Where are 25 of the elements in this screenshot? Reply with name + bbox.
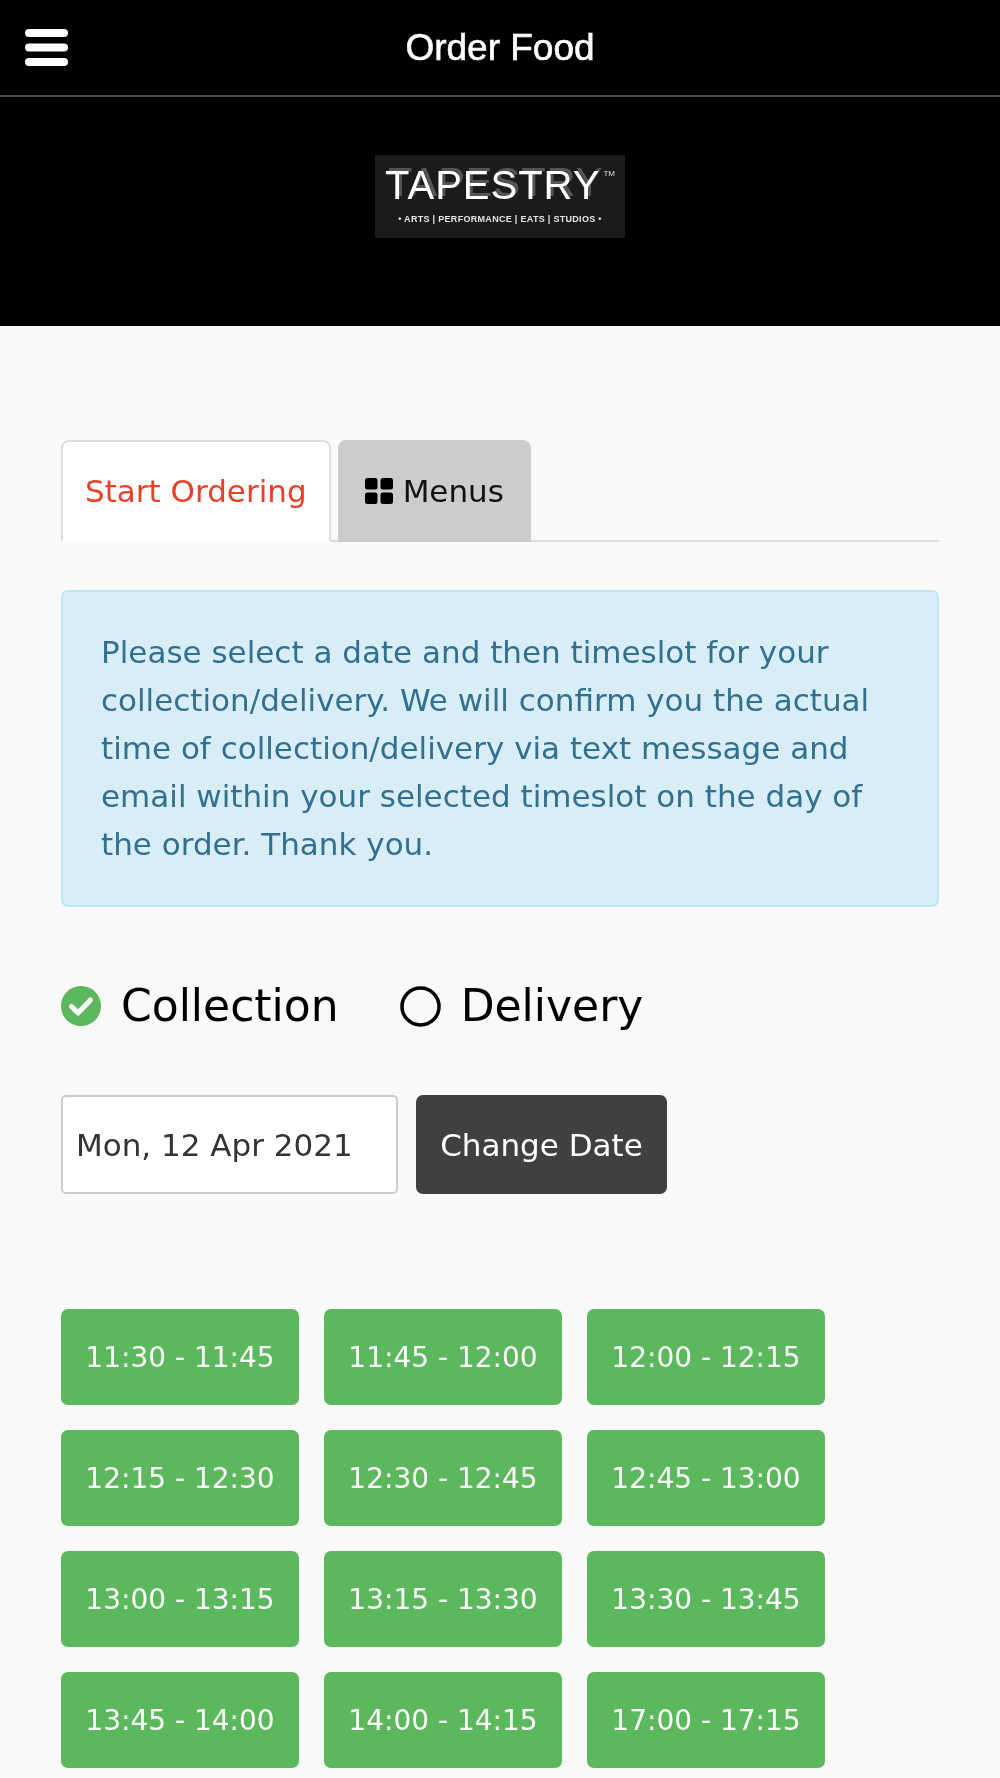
logo-trademark: TM xyxy=(603,169,615,178)
grid-icon xyxy=(364,478,393,504)
timeslot-button[interactable]: 13:00 - 13:15 xyxy=(61,1551,299,1647)
menu-icon[interactable] xyxy=(25,29,68,66)
timeslot-button[interactable]: 14:00 - 14:15 xyxy=(324,1672,562,1768)
tab[interactable]: Menus xyxy=(337,440,531,542)
page-title: Order Food xyxy=(405,25,595,70)
timeslot-button[interactable]: 12:00 - 12:15 xyxy=(587,1309,825,1405)
timeslot-button[interactable]: 11:45 - 12:00 xyxy=(324,1309,562,1405)
logo-tagline: • ARTS | PERFORMANCE | EATS | STUDIOS • xyxy=(398,213,602,225)
radio-option[interactable]: Delivery xyxy=(399,978,644,1034)
tab[interactable]: Start Ordering xyxy=(61,440,331,542)
timeslot-button[interactable]: 13:15 - 13:30 xyxy=(324,1551,562,1647)
timeslot-button[interactable]: 13:45 - 14:00 xyxy=(61,1672,299,1768)
info-message: Please select a date and then timeslot for your collection/delivery. We will confirm you the actual time of collection/delivery via text message and email within your selected timeslot on the day of the order. Thank you. xyxy=(61,590,939,907)
timeslot-button[interactable]: 12:30 - 12:45 xyxy=(324,1430,562,1526)
timeslot-button[interactable]: 13:30 - 13:45 xyxy=(587,1551,825,1647)
timeslot-button[interactable]: 12:45 - 13:00 xyxy=(587,1430,825,1526)
logo-wordmark: TAPESTRY xyxy=(385,163,601,207)
timeslot-button[interactable]: 11:30 - 11:45 xyxy=(61,1309,299,1405)
timeslot-button[interactable]: 12:15 - 12:30 xyxy=(61,1430,299,1526)
date-field[interactable]: Mon, 12 Apr 2021 xyxy=(61,1095,398,1194)
timeslot-button[interactable]: 17:00 - 17:15 xyxy=(587,1672,825,1768)
change-date-button[interactable]: Change Date xyxy=(416,1095,667,1194)
radio-option[interactable]: Collection xyxy=(61,978,339,1034)
